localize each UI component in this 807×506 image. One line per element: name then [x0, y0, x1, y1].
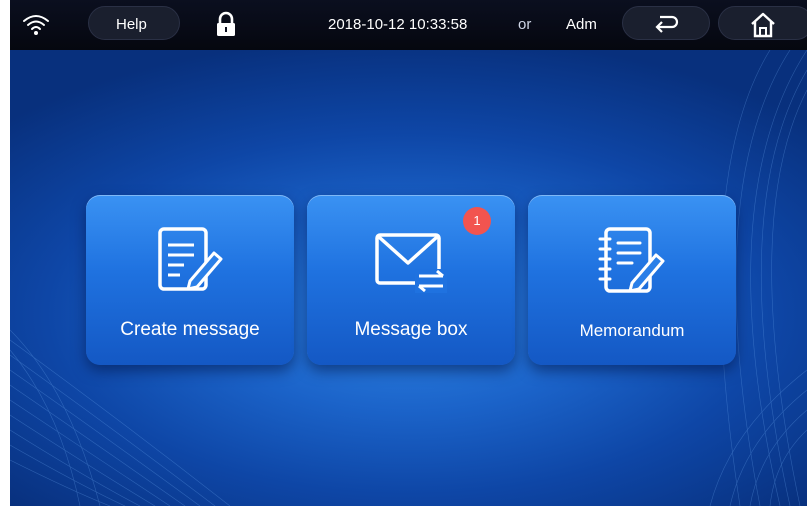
memorandum-label: Memorandum	[579, 321, 685, 340]
message-screen: Help 2018-10-12 10:33:58 or Adm Create m…	[10, 0, 807, 506]
home-icon	[751, 12, 775, 38]
edit-document-icon	[158, 227, 223, 291]
wifi-icon[interactable]	[20, 9, 52, 41]
datetime-display: 2018-10-12 10:33:58	[328, 16, 468, 33]
notebook-icon	[598, 227, 665, 293]
unread-count-badge: 1	[463, 207, 491, 235]
message-box-label: Message box	[354, 319, 468, 340]
status-bar: Help 2018-10-12 10:33:58 or Adm	[10, 0, 807, 50]
create-message-button[interactable]: Create message	[86, 195, 294, 365]
lock-icon[interactable]	[210, 9, 242, 41]
create-message-label: Create message	[120, 319, 260, 340]
user-label: Adm	[566, 16, 597, 33]
memorandum-button[interactable]: Memorandum	[528, 195, 736, 365]
partial-text: or	[518, 16, 532, 33]
mail-icon	[375, 233, 447, 293]
help-button-label: Help	[116, 16, 147, 33]
message-box-button[interactable]: Message box 1	[307, 195, 515, 365]
back-icon	[655, 15, 679, 33]
